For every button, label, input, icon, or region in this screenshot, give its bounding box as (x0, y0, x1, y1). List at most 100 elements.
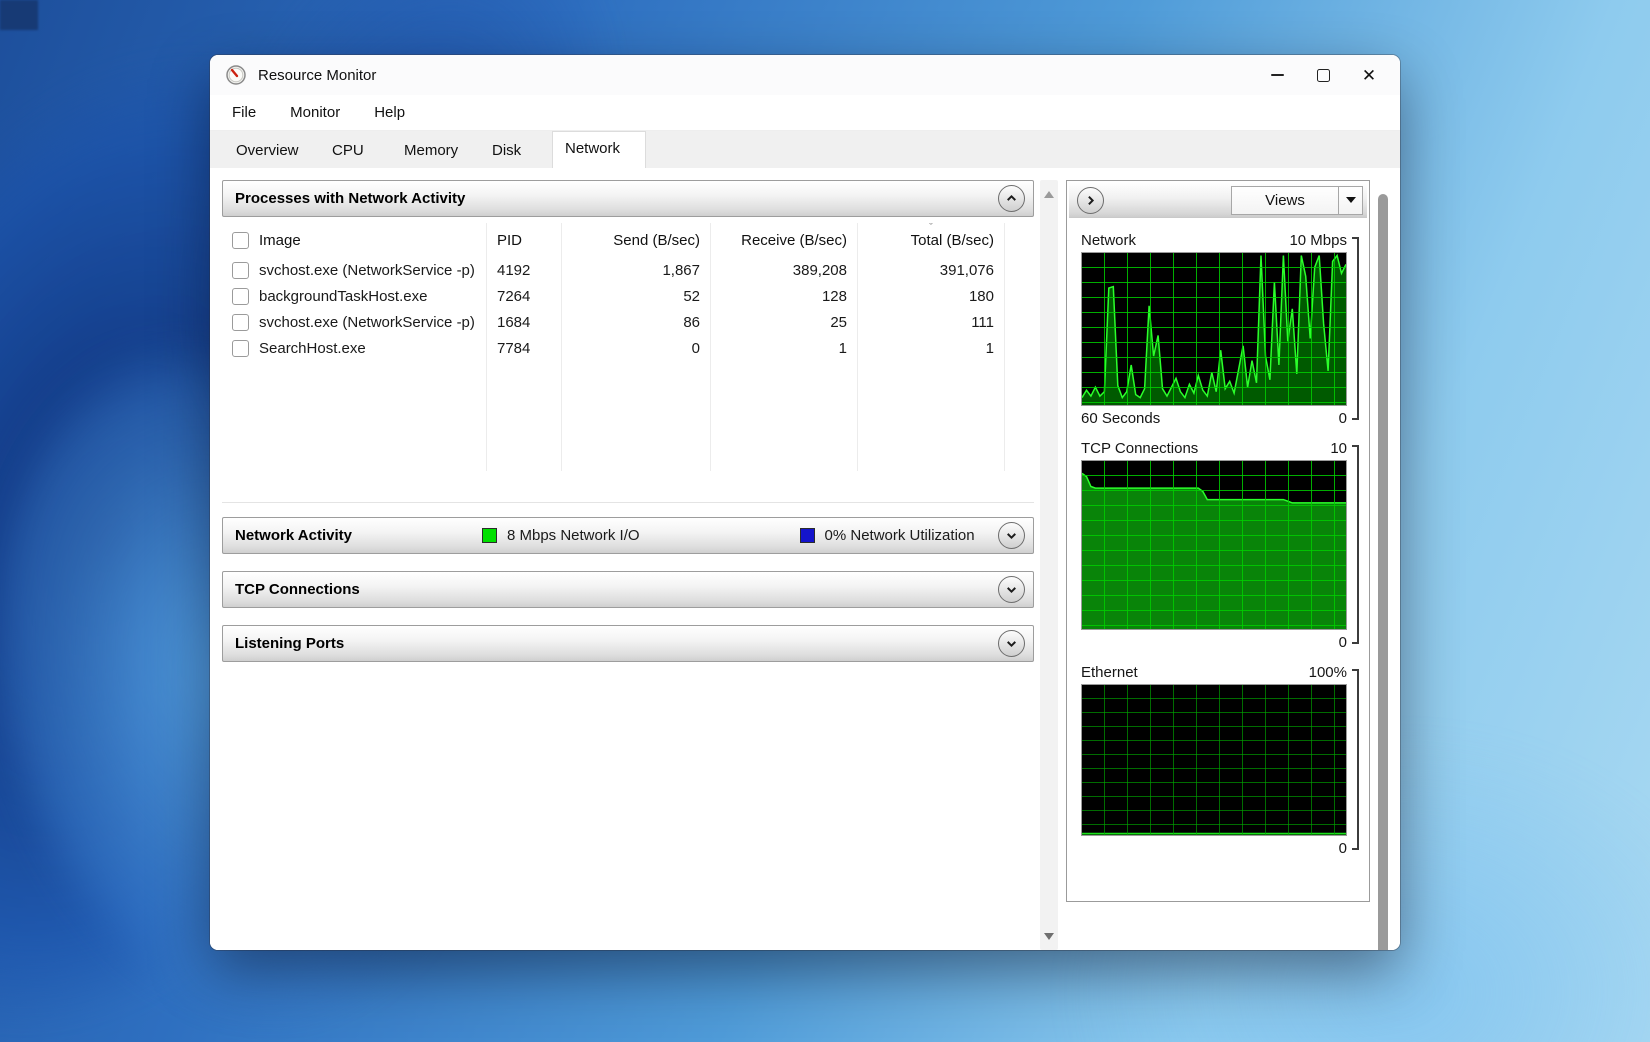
desktop-background: Resource Monitor ✕ File Monitor Help Ove… (0, 0, 1650, 1042)
table-row-send[interactable]: 1,867 (562, 257, 711, 283)
tcp-connections-title: TCP Connections (235, 581, 360, 598)
close-button[interactable]: ✕ (1346, 58, 1392, 92)
network-graph-block: Network 10 Mbps 60 Seconds 0 (1081, 228, 1361, 430)
table-row-send[interactable]: 52 (562, 283, 711, 309)
close-icon: ✕ (1362, 67, 1376, 84)
table-row-receive[interactable]: 389,208 (711, 257, 858, 283)
network-tab-content: Processes with Network Activity Image PI… (210, 168, 1400, 950)
network-activity-title: Network Activity (235, 527, 352, 544)
table-row-receive[interactable]: 128 (711, 283, 858, 309)
graphs-panel: Views Network 10 Mbps (1066, 180, 1370, 902)
network-io-label: 8 Mbps Network I/O (507, 527, 640, 544)
table-row-receive[interactable]: 1 (711, 335, 858, 361)
network-io-legend: 8 Mbps Network I/O (482, 527, 640, 544)
table-row-total[interactable]: 180 (858, 283, 1005, 309)
table-row-image[interactable]: svchost.exe (NetworkService -p) (222, 309, 487, 335)
table-row-pid[interactable]: 4192 (487, 257, 562, 283)
views-button[interactable]: Views (1231, 186, 1363, 215)
scroll-up-button[interactable] (1040, 184, 1058, 204)
graphs-list: Network 10 Mbps 60 Seconds 0 (1069, 218, 1367, 860)
chevron-up-icon (1005, 192, 1018, 205)
menu-help[interactable]: Help (374, 104, 405, 121)
column-header-total[interactable]: ˇ Total (B/sec) (858, 223, 1005, 257)
graphs-panel-header: Views (1069, 183, 1367, 218)
window-title: Resource Monitor (258, 67, 376, 84)
tab-cpu[interactable]: CPU (318, 134, 390, 168)
table-row-pid[interactable]: 7784 (487, 335, 562, 361)
network-graph (1081, 252, 1347, 406)
row-checkbox[interactable] (232, 262, 249, 279)
network-utilization-label: 0% Network Utilization (825, 527, 975, 544)
minimize-icon (1271, 74, 1284, 76)
processes-section-title: Processes with Network Activity (235, 190, 465, 207)
scale-bracket (1352, 669, 1359, 850)
tcp-connections-section-header[interactable]: TCP Connections (222, 571, 1034, 608)
row-checkbox[interactable] (232, 288, 249, 305)
maximize-button[interactable] (1300, 58, 1346, 92)
table-row-total[interactable]: 1 (858, 335, 1005, 361)
network-io-swatch (482, 528, 497, 543)
tab-memory[interactable]: Memory (390, 134, 478, 168)
graph-scale-top: 10 (1330, 440, 1347, 457)
tab-overview[interactable]: Overview (222, 134, 318, 168)
table-row-image[interactable]: svchost.exe (NetworkService -p) (222, 257, 487, 283)
main-scrollbar[interactable] (1040, 180, 1058, 950)
dropdown-arrow-icon (1346, 197, 1356, 203)
network-utilization-legend: 0% Network Utilization (800, 527, 975, 544)
collapse-panel-button[interactable] (1077, 187, 1104, 214)
table-row-total[interactable]: 391,076 (858, 257, 1005, 283)
process-table: Image PID Send (B/sec) Receive (B/sec) ˇ… (222, 223, 1034, 503)
left-pane: Processes with Network Activity Image PI… (222, 180, 1034, 950)
tab-disk[interactable]: Disk (478, 134, 538, 168)
table-row-send[interactable]: 0 (562, 335, 711, 361)
column-header-filler (1005, 223, 1034, 257)
listening-ports-section-header[interactable]: Listening Ports (222, 625, 1034, 662)
minimize-button[interactable] (1254, 58, 1300, 92)
expand-tcp-connections-button[interactable] (998, 576, 1025, 603)
views-dropdown-button[interactable] (1338, 187, 1362, 214)
table-row-receive[interactable]: 25 (711, 309, 858, 335)
graph-scale-bottom: 0 (1339, 410, 1347, 427)
column-header-pid[interactable]: PID (487, 223, 562, 257)
row-checkbox[interactable] (232, 340, 249, 357)
graph-title: Network (1081, 232, 1136, 249)
scroll-down-icon (1044, 933, 1054, 940)
network-activity-section-header[interactable]: Network Activity 8 Mbps Network I/O 0% N… (222, 517, 1034, 554)
resource-monitor-icon (226, 65, 246, 85)
table-row-total[interactable]: 111 (858, 309, 1005, 335)
menu-monitor[interactable]: Monitor (290, 104, 340, 121)
graph-scale-bottom: 0 (1339, 634, 1347, 651)
expand-listening-ports-button[interactable] (998, 630, 1025, 657)
select-all-checkbox[interactable] (232, 232, 249, 249)
collapse-processes-button[interactable] (998, 185, 1025, 212)
tab-network[interactable]: Network (552, 131, 646, 168)
expand-network-activity-button[interactable] (998, 522, 1025, 549)
menu-bar: File Monitor Help (210, 95, 1400, 131)
column-header-receive[interactable]: Receive (B/sec) (711, 223, 858, 257)
scroll-down-button[interactable] (1040, 926, 1058, 946)
table-row-image[interactable]: backgroundTaskHost.exe (222, 283, 487, 309)
table-row-image[interactable]: SearchHost.exe (222, 335, 487, 361)
processes-section-header[interactable]: Processes with Network Activity (222, 180, 1034, 217)
column-header-image[interactable]: Image (222, 223, 487, 257)
panel-scrollbar-thumb[interactable] (1378, 194, 1388, 950)
tab-strip: Overview CPU Memory Disk Network (210, 131, 1400, 168)
title-bar[interactable]: Resource Monitor ✕ (210, 55, 1400, 95)
maximize-icon (1317, 69, 1330, 82)
menu-file[interactable]: File (232, 104, 256, 121)
tcp-graph-block: TCP Connections 10 0 (1081, 436, 1361, 654)
right-zone: Views Network 10 Mbps (1066, 180, 1390, 950)
chevron-down-icon (1005, 637, 1018, 650)
panel-scrollbar[interactable] (1376, 180, 1390, 950)
graph-footer-left: 60 Seconds (1081, 410, 1160, 427)
scroll-up-icon (1044, 191, 1054, 198)
column-header-send[interactable]: Send (B/sec) (562, 223, 711, 257)
graph-title: Ethernet (1081, 664, 1138, 681)
table-row-pid[interactable]: 7264 (487, 283, 562, 309)
ethernet-graph-block: Ethernet 100% 0 (1081, 660, 1361, 860)
sort-indicator-icon: ˇ (929, 223, 933, 234)
table-row-pid[interactable]: 1684 (487, 309, 562, 335)
table-row-send[interactable]: 86 (562, 309, 711, 335)
graph-title: TCP Connections (1081, 440, 1198, 457)
row-checkbox[interactable] (232, 314, 249, 331)
